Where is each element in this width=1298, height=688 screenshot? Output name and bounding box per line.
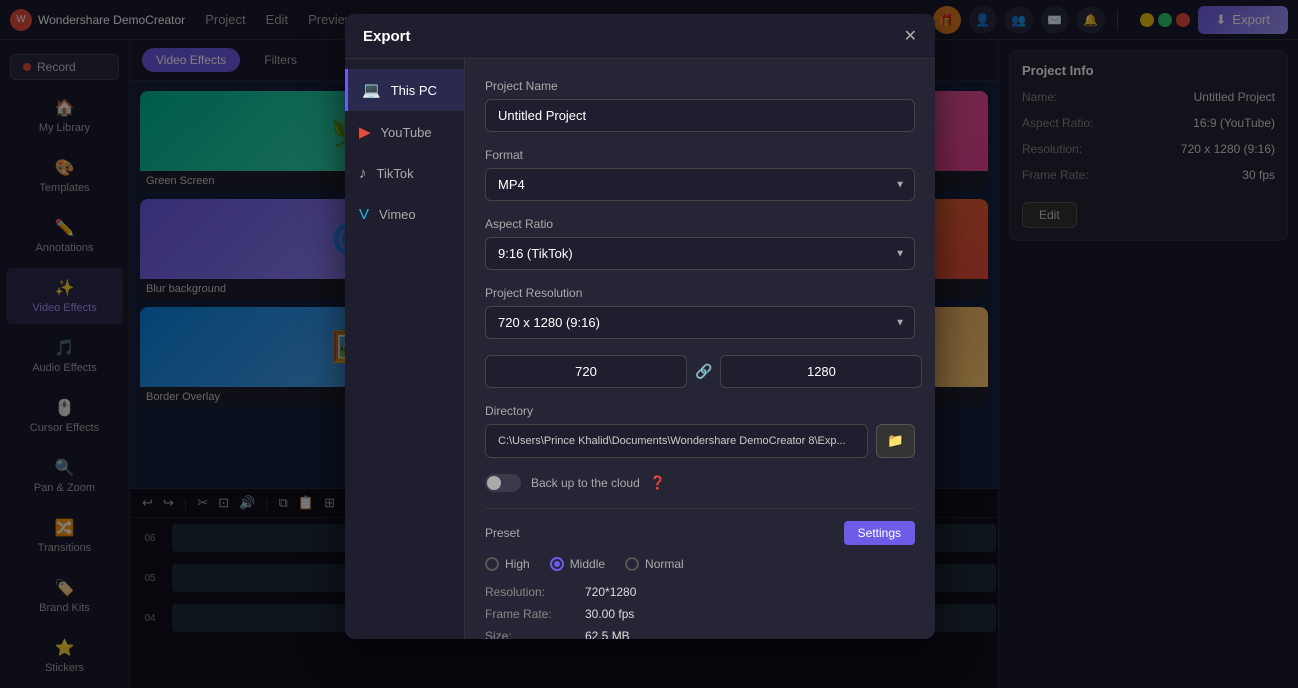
radio-normal[interactable]: Normal (625, 557, 684, 571)
aspect-ratio-label: Aspect Ratio (485, 217, 915, 231)
radio-high-circle (485, 557, 499, 571)
dialog-close-button[interactable]: ✕ (904, 26, 917, 46)
format-select-wrapper: MP4 MOV AVI (485, 168, 915, 201)
dialog-nav-vimeo[interactable]: V Vimeo (345, 194, 464, 235)
vimeo-icon: V (359, 206, 369, 223)
radio-middle-label: Middle (570, 557, 605, 571)
dialog-header: Export ✕ (345, 14, 935, 59)
aspect-ratio-select[interactable]: 9:16 (TikTok) 16:9 (YouTube) 1:1 (485, 237, 915, 270)
format-select[interactable]: MP4 MOV AVI (485, 168, 915, 201)
help-icon[interactable]: ❓ (650, 475, 666, 491)
form-divider (485, 508, 915, 509)
radio-normal-label: Normal (645, 557, 684, 571)
width-input[interactable] (485, 355, 687, 388)
settings-button[interactable]: Settings (844, 521, 915, 545)
dialog-title: Export (363, 28, 411, 45)
browse-directory-button[interactable]: 📁 (876, 424, 915, 458)
radio-middle-circle (550, 557, 564, 571)
youtube-icon: ▶ (359, 123, 371, 141)
resolution-info-value: 720*1280 (585, 585, 636, 599)
this-pc-icon: 💻 (362, 81, 381, 99)
frame-rate-info-label: Frame Rate: (485, 607, 585, 621)
resolution-select[interactable]: 720 x 1280 (9:16) 1080 x 1920 (9:16) (485, 306, 915, 339)
frame-rate-info-value: 30.00 fps (585, 607, 634, 621)
info-size-row: Size: 62.5 MB (485, 629, 915, 639)
directory-label: Directory (485, 404, 915, 418)
project-name-label: Project Name (485, 79, 915, 93)
form-resolution: Project Resolution 720 x 1280 (9:16) 108… (485, 286, 915, 339)
preset-radio-group: High Middle Normal (485, 557, 915, 571)
form-dimensions: 🔗 (485, 355, 915, 388)
format-label: Format (485, 148, 915, 162)
dialog-nav-this-pc[interactable]: 💻 This PC (345, 69, 464, 111)
size-info-label: Size: (485, 629, 585, 639)
dialog-sidebar: 💻 This PC ▶ YouTube ♪ TikTok V Vimeo (345, 59, 465, 639)
preset-header: Preset Settings (485, 521, 915, 545)
info-resolution-row: Resolution: 720*1280 (485, 585, 915, 599)
form-preset: Preset Settings High Middle (485, 521, 915, 639)
info-frame-rate-row: Frame Rate: 30.00 fps (485, 607, 915, 621)
directory-input[interactable] (485, 424, 868, 458)
dialog-main-form: Project Name Format MP4 MOV AVI (465, 59, 935, 639)
form-backup: Back up to the cloud ❓ (485, 474, 915, 492)
radio-high[interactable]: High (485, 557, 530, 571)
resolution-label: Project Resolution (485, 286, 915, 300)
radio-high-label: High (505, 557, 530, 571)
size-info-value: 62.5 MB (585, 629, 630, 639)
resolution-select-wrapper: 720 x 1280 (9:16) 1080 x 1920 (9:16) (485, 306, 915, 339)
dimension-row: 🔗 (485, 355, 915, 388)
radio-middle[interactable]: Middle (550, 557, 605, 571)
height-input[interactable] (720, 355, 922, 388)
project-name-input[interactable] (485, 99, 915, 132)
preset-label: Preset (485, 526, 520, 540)
form-directory: Directory 📁 (485, 404, 915, 458)
form-format: Format MP4 MOV AVI (485, 148, 915, 201)
radio-normal-circle (625, 557, 639, 571)
toggle-knob (487, 476, 501, 490)
dialog-nav-youtube[interactable]: ▶ YouTube (345, 111, 464, 153)
backup-toggle[interactable] (485, 474, 521, 492)
backup-row: Back up to the cloud ❓ (485, 474, 915, 492)
export-dialog: Export ✕ 💻 This PC ▶ YouTube ♪ TikTok (345, 14, 935, 639)
dialog-nav-tiktok[interactable]: ♪ TikTok (345, 153, 464, 194)
form-aspect-ratio: Aspect Ratio 9:16 (TikTok) 16:9 (YouTube… (485, 217, 915, 270)
dialog-body: 💻 This PC ▶ YouTube ♪ TikTok V Vimeo (345, 59, 935, 639)
tiktok-icon: ♪ (359, 165, 367, 182)
directory-row: 📁 (485, 424, 915, 458)
aspect-ratio-select-wrapper: 9:16 (TikTok) 16:9 (YouTube) 1:1 (485, 237, 915, 270)
backup-label: Back up to the cloud (531, 476, 640, 490)
form-project-name: Project Name (485, 79, 915, 132)
link-dimensions-icon[interactable]: 🔗 (695, 363, 712, 380)
resolution-info-label: Resolution: (485, 585, 585, 599)
